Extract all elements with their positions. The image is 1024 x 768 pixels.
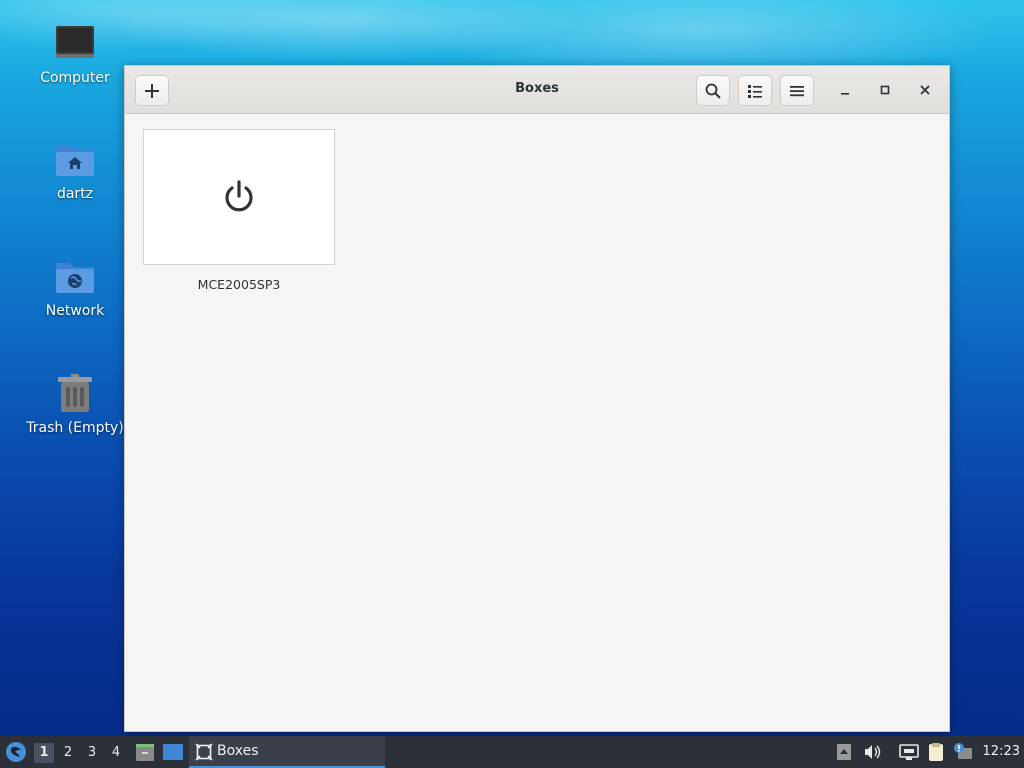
network-wired-icon: [899, 744, 919, 760]
headerbar: Boxes: [125, 66, 949, 114]
window-title: Boxes: [515, 81, 559, 96]
power-icon: [225, 180, 253, 212]
workspace-3[interactable]: 3: [82, 743, 102, 763]
clipboard-button[interactable]: [926, 742, 946, 762]
maximize-icon: [880, 85, 890, 95]
close-icon: [920, 85, 930, 95]
file-manager-icon: [136, 744, 154, 761]
plus-icon: [145, 83, 159, 98]
search-icon: [705, 83, 721, 99]
desktop-icon-label: Computer: [40, 70, 110, 86]
workspace-4[interactable]: 4: [106, 743, 126, 763]
trash-icon: [53, 372, 97, 416]
desktop-icon-label: Network: [45, 303, 105, 319]
minimize-icon: [841, 93, 849, 95]
tray-expand-button[interactable]: [836, 742, 852, 762]
desktop-icon: [163, 744, 183, 760]
desktop-icon-computer[interactable]: Computer: [20, 22, 130, 86]
taskbar-item-boxes[interactable]: Boxes: [189, 736, 385, 768]
taskbar-item-label: Boxes: [217, 743, 259, 759]
workspace-2[interactable]: 2: [58, 743, 78, 763]
main-menu-button[interactable]: [780, 75, 814, 106]
start-menu-button[interactable]: [4, 740, 28, 764]
box-name: MCE2005SP3: [197, 277, 281, 292]
computer-icon: [53, 22, 97, 66]
volume-icon: [865, 745, 881, 759]
workspace-1[interactable]: 1: [34, 743, 54, 763]
volume-button[interactable]: [862, 742, 882, 762]
close-button[interactable]: [913, 78, 937, 102]
list-view-button[interactable]: [738, 75, 772, 106]
boxes-collection: MCE2005SP3: [125, 114, 949, 731]
desktop-icon-label: Trash (Empty): [26, 420, 124, 436]
tray-up-arrow-icon: [837, 744, 851, 760]
hamburger-menu-icon: [790, 85, 804, 96]
maximize-button[interactable]: [873, 78, 897, 102]
boxes-window: Boxes MCE2005SP3: [124, 65, 950, 732]
desktop-icon-label: dartz: [56, 186, 94, 202]
desktop-icon-home[interactable]: dartz: [20, 138, 130, 202]
update-notification-icon: [954, 743, 972, 759]
file-manager-launcher[interactable]: [134, 741, 156, 763]
new-box-button[interactable]: [135, 75, 169, 106]
desktop-icon-trash[interactable]: Trash (Empty): [20, 372, 130, 436]
box-thumbnail[interactable]: [143, 129, 335, 265]
minimize-button[interactable]: [833, 78, 857, 102]
show-desktop-button[interactable]: [162, 741, 184, 763]
network-status-button[interactable]: [898, 742, 920, 762]
list-view-icon: [748, 84, 762, 98]
network-folder-icon: [53, 255, 97, 299]
search-button[interactable]: [696, 75, 730, 106]
clipboard-icon: [929, 743, 943, 761]
home-folder-icon: [53, 138, 97, 182]
taskbar: 1 2 3 4 Boxes 12:23: [0, 736, 1024, 768]
boxes-app-icon: [195, 743, 213, 761]
clock[interactable]: 12:23: [983, 744, 1020, 759]
update-notifier-button[interactable]: [952, 742, 974, 762]
lxqt-logo-icon: [6, 742, 26, 762]
desktop-icon-network[interactable]: Network: [20, 255, 130, 319]
